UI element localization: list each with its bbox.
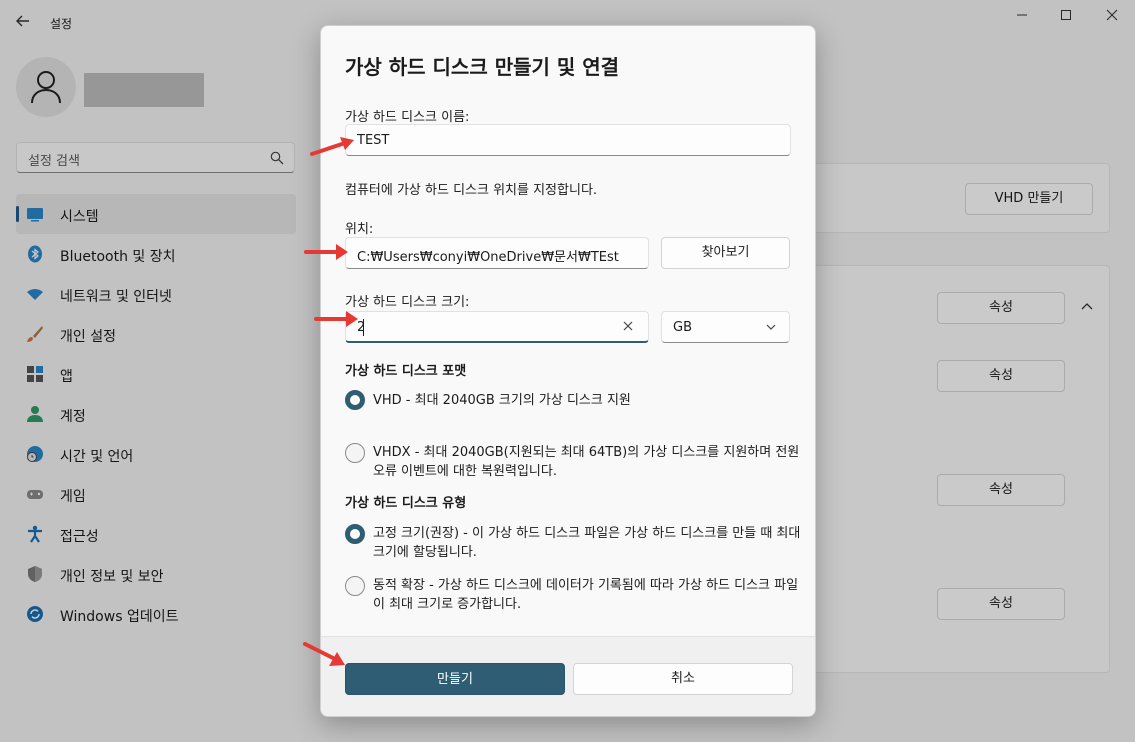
dialog-footer: 만들기 취소 [321, 636, 815, 716]
type-fixed-radio[interactable] [345, 524, 365, 544]
cancel-button[interactable]: 취소 [573, 663, 793, 695]
type-fixed-label: 고정 크기(권장) - 이 가상 하드 디스크 파일은 가상 하드 디스크를 만… [373, 526, 801, 560]
annotation-arrow-icon [304, 244, 348, 260]
annotation-arrow-icon [310, 137, 354, 156]
format-vhdx-label: VHDX - 최대 2040GB(지원되는 최대 64TB)의 가상 디스크를 … [373, 445, 800, 479]
type-dynamic-radio[interactable] [345, 576, 365, 596]
size-field[interactable]: 2 [345, 311, 649, 343]
clear-icon[interactable] [622, 320, 636, 334]
type-heading: 가상 하드 디스크 유형 [345, 496, 467, 511]
browse-button[interactable]: 찾아보기 [661, 237, 790, 269]
vhd-name-value: TEST [357, 133, 390, 148]
format-heading: 가상 하드 디스크 포맷 [345, 364, 467, 379]
format-vhdx-radio[interactable] [345, 443, 365, 463]
create-button[interactable]: 만들기 [345, 663, 565, 695]
size-label: 가상 하드 디스크 크기: [345, 295, 470, 310]
chevron-down-icon [766, 324, 776, 330]
vhd-name-label: 가상 하드 디스크 이름: [345, 110, 470, 125]
location-field[interactable]: C:₩Users₩conyi₩OneDrive₩문서₩TEst [345, 237, 649, 269]
annotation-arrow-icon [314, 311, 358, 327]
location-label: 위치: [345, 222, 374, 237]
dialog-title: 가상 하드 디스크 만들기 및 연결 [345, 55, 620, 79]
format-vhd-label: VHD - 최대 2040GB 크기의 가상 디스크 지원 [373, 393, 631, 408]
vhd-name-field[interactable]: TEST [345, 124, 791, 156]
location-hint: 컴퓨터에 가상 하드 디스크 위치를 지정합니다. [345, 183, 598, 198]
annotation-arrow-icon [303, 642, 345, 666]
type-dynamic-label: 동적 확장 - 가상 하드 디스크에 데이터가 기록됨에 따라 가상 하드 디스… [373, 578, 799, 612]
text-caret [363, 319, 364, 336]
size-unit-select[interactable]: GB [661, 311, 790, 343]
size-unit-value: GB [673, 320, 692, 335]
format-vhd-radio[interactable] [345, 390, 365, 410]
location-value: C:₩Users₩conyi₩OneDrive₩문서₩TEst [357, 250, 619, 265]
create-vhd-dialog: 가상 하드 디스크 만들기 및 연결 가상 하드 디스크 이름: TEST 컴퓨… [320, 25, 816, 717]
